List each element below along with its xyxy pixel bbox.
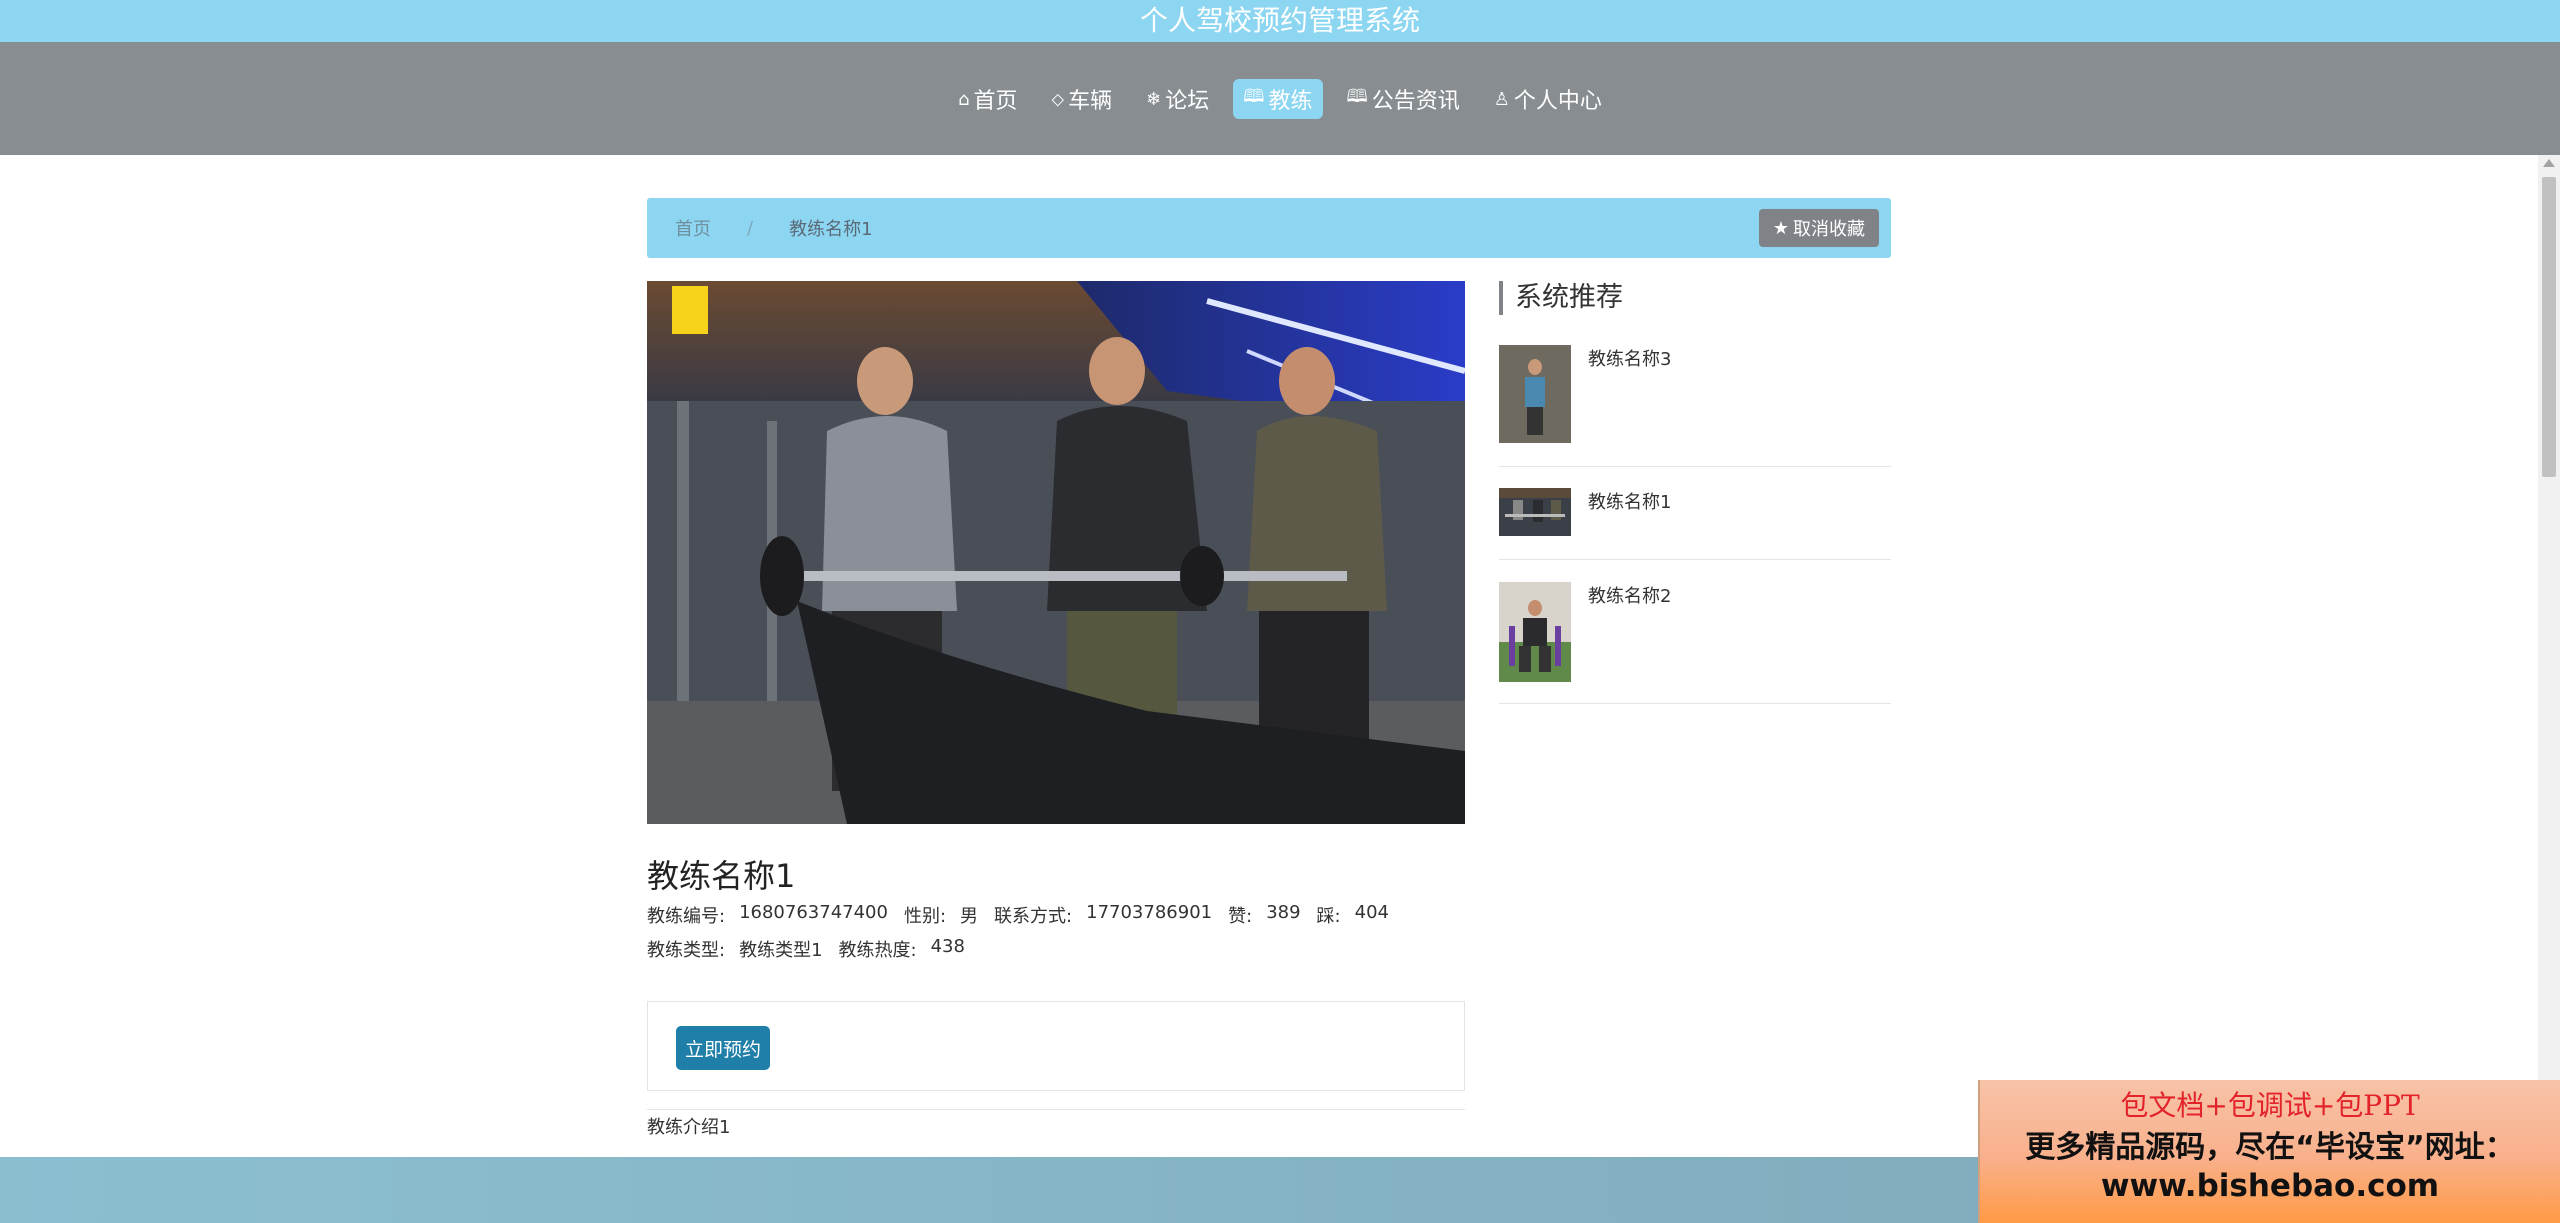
nav-label: 教练 [1268, 89, 1313, 114]
recommend-item[interactable]: 教练名称2 [1499, 582, 1891, 704]
divider [647, 1109, 1465, 1110]
promo-line-2: 更多精品源码，尽在“毕设宝”网址： [2025, 1130, 2515, 1165]
promo-line-1: 包文档+包调试+包PPT [2120, 1089, 2420, 1122]
nav-item-news[interactable]: 🕮 公告资讯 [1337, 79, 1470, 119]
nav-label: 个人中心 [1513, 89, 1602, 114]
recommend-name[interactable]: 教练名称3 [1588, 345, 1671, 371]
field-label: 赞: [1228, 906, 1253, 927]
recommend-thumbnail[interactable] [1499, 488, 1571, 536]
field-label: 踩: [1316, 906, 1341, 927]
gender-field: 性别: 男 [904, 902, 978, 928]
vertical-scrollbar[interactable] [2538, 155, 2560, 1080]
field-label: 教练热度: [838, 940, 917, 961]
promo-banner[interactable]: 包文档+包调试+包PPT 更多精品源码，尽在“毕设宝”网址： www.bishe… [1978, 1080, 2560, 1223]
field-label: 联系方式: [994, 906, 1073, 927]
nav-label: 首页 [973, 89, 1018, 114]
tag-icon: ⬦ [1051, 88, 1065, 110]
book-now-button[interactable]: 立即预约 [676, 1026, 770, 1070]
nav-list: ⌂ 首页 ⬦ 车辆 ❄ 论坛 🕮 教练 🕮 公告资讯 ♙ 个人中心 [0, 79, 2560, 119]
field-label: 性别: [903, 906, 947, 927]
field-value: 男 [960, 906, 979, 927]
booking-panel: 立即预约 [647, 1001, 1465, 1091]
recommend-thumbnail[interactable] [1499, 345, 1571, 443]
recommend-item[interactable]: 教练名称3 [1499, 345, 1891, 467]
promo-url[interactable]: www.bishebao.com [1980, 1168, 2560, 1204]
recommend-title: 系统推荐 [1499, 281, 1623, 315]
recommend-name[interactable]: 教练名称2 [1588, 582, 1671, 608]
field-value: 404 [1354, 902, 1389, 923]
snowflake-icon: ❄ [1146, 88, 1162, 110]
breadcrumb-separator: / [747, 217, 754, 239]
field-value: 教练类型1 [739, 940, 823, 961]
breadcrumb-home-link[interactable]: 首页 [675, 215, 711, 241]
recommend-name[interactable]: 教练名称1 [1588, 488, 1671, 514]
coach-type-field: 教练类型: 教练类型1 [647, 936, 823, 962]
coach-popularity-field: 教练热度: 438 [839, 936, 965, 962]
nav-item-profile[interactable]: ♙ 个人中心 [1484, 79, 1612, 119]
coach-name: 教练名称1 [647, 857, 796, 895]
user-icon: ♙ [1493, 88, 1510, 110]
nav-item-coaches[interactable]: 🕮 教练 [1233, 79, 1323, 119]
coach-intro: 教练介绍1 [647, 1117, 731, 1138]
home-icon: ⌂ [958, 88, 970, 110]
field-value: 389 [1266, 902, 1301, 923]
unfavorite-button[interactable]: ★ 取消收藏 [1758, 209, 1879, 247]
recommend-item[interactable]: 教练名称1 [1499, 488, 1891, 560]
nav-label: 论坛 [1165, 89, 1210, 114]
coach-info-row-1: 教练编号: 1680763747400 性别: 男 联系方式: 17703786… [647, 902, 1389, 928]
coach-info-row-2: 教练类型: 教练类型1 教练热度: 438 [647, 936, 965, 962]
star-icon: ★ [1772, 217, 1789, 239]
nav-label: 车辆 [1068, 89, 1113, 114]
likes-field: 赞: 389 [1228, 902, 1300, 928]
contact-field: 联系方式: 17703786901 [994, 902, 1212, 928]
nav-item-home[interactable]: ⌂ 首页 [948, 79, 1027, 119]
field-value: 438 [930, 936, 965, 957]
nav-label: 公告资讯 [1371, 89, 1460, 114]
nav-item-forum[interactable]: ❄ 论坛 [1136, 79, 1219, 119]
field-value: 17703786901 [1086, 902, 1213, 923]
book-open-icon: 🕮 [1346, 86, 1368, 107]
breadcrumb: 首页 / 教练名称1 ★ 取消收藏 [647, 198, 1891, 258]
coach-id-field: 教练编号: 1680763747400 [647, 902, 888, 928]
breadcrumb-current: 教练名称1 [789, 219, 873, 240]
unfavorite-label: 取消收藏 [1793, 219, 1865, 240]
scroll-thumb[interactable] [2542, 177, 2556, 477]
book-icon: 🕮 [1243, 86, 1265, 107]
recommend-thumbnail[interactable] [1499, 582, 1571, 682]
nav-item-vehicles[interactable]: ⬦ 车辆 [1042, 79, 1123, 119]
dislikes-field: 踩: 404 [1317, 902, 1389, 928]
field-label: 教练类型: [647, 940, 726, 961]
field-value: 1680763747400 [739, 902, 888, 923]
app-title: 个人驾校预约管理系统 [0, 0, 2560, 42]
coach-photo [647, 281, 1465, 824]
scroll-up-arrow-icon[interactable] [2543, 159, 2555, 167]
top-nav: ⌂ 首页 ⬦ 车辆 ❄ 论坛 🕮 教练 🕮 公告资讯 ♙ 个人中心 [0, 42, 2560, 155]
field-label: 教练编号: [647, 906, 726, 927]
